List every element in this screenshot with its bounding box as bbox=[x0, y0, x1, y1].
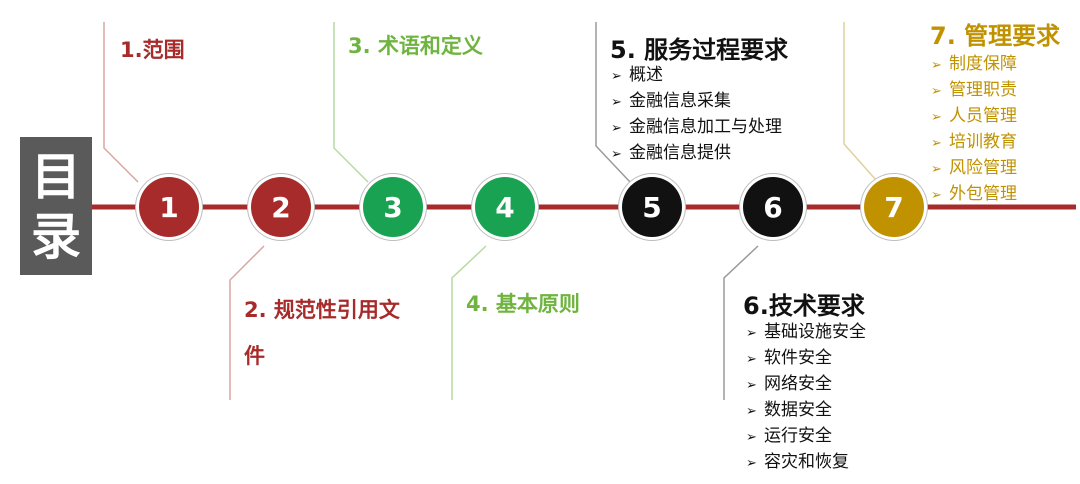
bullet-arrow-icon: ➢ bbox=[611, 121, 622, 136]
bullet-arrow-icon: ➢ bbox=[931, 58, 942, 73]
node-1: 1 bbox=[139, 177, 199, 237]
list-item: ➢ 制度保障 bbox=[931, 52, 1017, 78]
list-item: ➢ 数据安全 bbox=[746, 398, 866, 424]
section-7-title: 7. 管理要求 bbox=[930, 22, 1061, 50]
list-item: ➢ 人员管理 bbox=[931, 104, 1017, 130]
bullet-arrow-icon: ➢ bbox=[746, 430, 757, 445]
bullet-arrow-icon: ➢ bbox=[746, 352, 757, 367]
connector-7 bbox=[843, 22, 877, 181]
list-item: ➢ 风险管理 bbox=[931, 156, 1017, 182]
bullet-arrow-icon: ➢ bbox=[931, 136, 942, 151]
side-title-tag: 目 录 bbox=[20, 137, 92, 275]
timeline-canvas bbox=[92, 22, 1076, 400]
side-title-char-2: 录 bbox=[31, 208, 81, 266]
list-item: ➢ 容灾和恢复 bbox=[746, 450, 866, 476]
connector-4 bbox=[451, 245, 487, 400]
list-item: ➢ 基础设施安全 bbox=[746, 320, 866, 346]
section-5-title: 5. 服务过程要求 bbox=[610, 36, 789, 64]
section-7-list: ➢ 制度保障 ➢ 管理职责 ➢ 人员管理 ➢ 培训教育 ➢ 风险管理 ➢ 外包管理 bbox=[931, 52, 1017, 208]
bullet-arrow-icon: ➢ bbox=[746, 326, 757, 341]
node-5: 5 bbox=[622, 177, 682, 237]
bullet-arrow-icon: ➢ bbox=[746, 404, 757, 419]
bullet-arrow-icon: ➢ bbox=[931, 162, 942, 177]
bullet-arrow-icon: ➢ bbox=[746, 456, 757, 471]
list-item: ➢ 金融信息加工与处理 bbox=[611, 115, 782, 141]
section-2-title-line1: 2. 规范性引用文 bbox=[244, 298, 400, 322]
node-6: 6 bbox=[743, 177, 803, 237]
section-5-list: ➢ 概述 ➢ 金融信息采集 ➢ 金融信息加工与处理 ➢ 金融信息提供 bbox=[611, 63, 782, 167]
section-6-list: ➢ 基础设施安全 ➢ 软件安全 ➢ 网络安全 ➢ 数据安全 ➢ 运行安全 ➢ 容灾和恢复 bbox=[746, 320, 866, 476]
bullet-arrow-icon: ➢ bbox=[931, 110, 942, 125]
bullet-arrow-icon: ➢ bbox=[931, 188, 942, 203]
node-3: 3 bbox=[363, 177, 423, 237]
list-item: ➢ 概述 bbox=[611, 63, 782, 89]
section-3-title: 3. 术语和定义 bbox=[348, 34, 483, 58]
section-1-title: 1.范围 bbox=[120, 38, 185, 62]
bullet-arrow-icon: ➢ bbox=[931, 84, 942, 99]
bullet-arrow-icon: ➢ bbox=[611, 95, 622, 110]
list-item: ➢ 金融信息提供 bbox=[611, 141, 782, 167]
node-4: 4 bbox=[475, 177, 535, 237]
side-title-char-1: 目 bbox=[31, 148, 81, 206]
list-item: ➢ 管理职责 bbox=[931, 78, 1017, 104]
list-item: ➢ 金融信息采集 bbox=[611, 89, 782, 115]
bullet-arrow-icon: ➢ bbox=[611, 69, 622, 84]
section-4-title: 4. 基本原则 bbox=[466, 292, 580, 316]
bullet-arrow-icon: ➢ bbox=[746, 378, 757, 393]
list-item: ➢ 软件安全 bbox=[746, 346, 866, 372]
bullet-arrow-icon: ➢ bbox=[611, 147, 622, 162]
node-7: 7 bbox=[864, 177, 924, 237]
list-item: ➢ 网络安全 bbox=[746, 372, 866, 398]
section-2-title-line2: 件 bbox=[244, 344, 265, 368]
list-item: ➢ 培训教育 bbox=[931, 130, 1017, 156]
node-2: 2 bbox=[251, 177, 311, 237]
section-6-title: 6.技术要求 bbox=[743, 292, 865, 320]
list-item: ➢ 运行安全 bbox=[746, 424, 866, 450]
list-item: ➢ 外包管理 bbox=[931, 182, 1017, 208]
